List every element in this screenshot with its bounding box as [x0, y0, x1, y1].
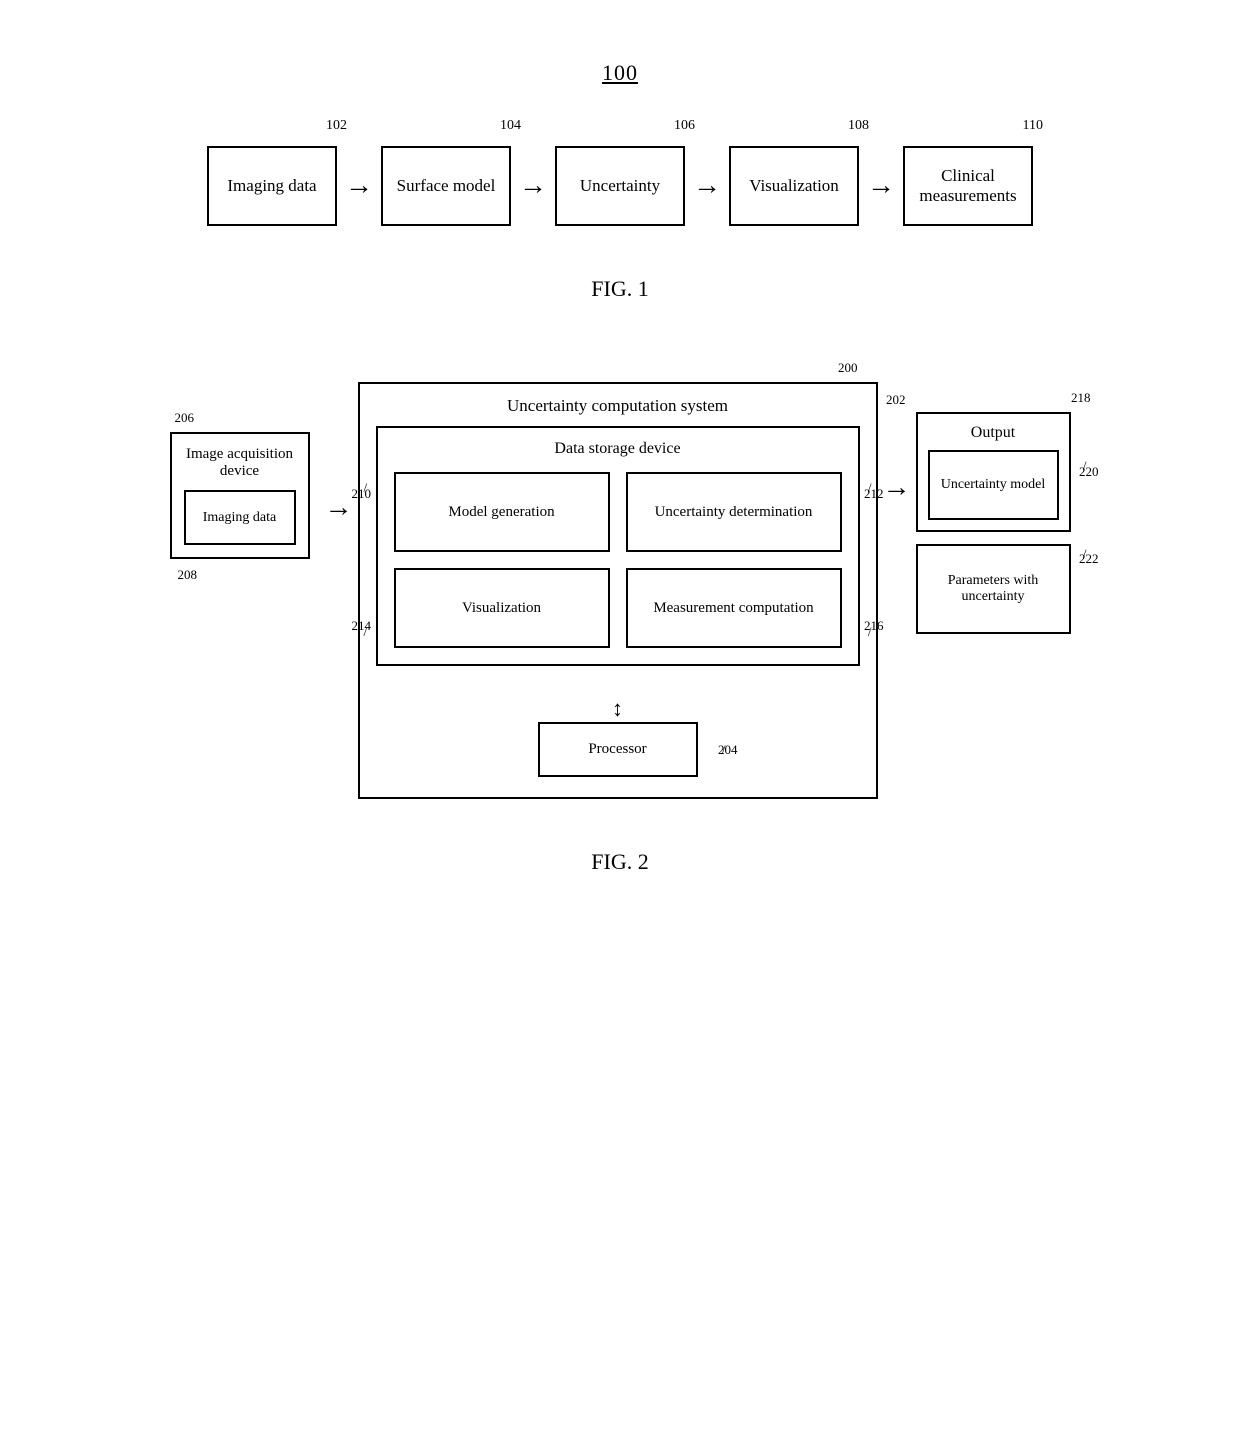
fig1-caption: FIG. 1	[591, 276, 648, 302]
flow-box-wrapper-110: 110 Clinical measurements	[903, 146, 1033, 226]
box-uncertainty-determination: Uncertainty determination	[626, 472, 842, 552]
processor-row: ↕ Processor 204 /	[376, 696, 860, 777]
flow-box-wrapper-106: 106 Uncertainty	[555, 146, 685, 226]
arrow-1: →	[345, 146, 373, 226]
flow-box-uncertainty: Uncertainty	[555, 146, 685, 226]
fig1-title: 100	[602, 60, 638, 86]
output-title: Output	[928, 424, 1059, 442]
flow-box-clinical: Clinical measurements	[903, 146, 1033, 226]
fig2-caption: FIG. 2	[591, 849, 648, 875]
box-visualization-2: Visualization	[394, 568, 610, 648]
flow-box-wrapper-104: 104 Surface model	[381, 146, 511, 226]
slash-212: /	[868, 480, 872, 496]
page: 100 102 Imaging data → 104 Surface model…	[0, 0, 1240, 1447]
main-system-box: Uncertainty computation system Data stor…	[358, 382, 878, 799]
arrow-4: →	[867, 146, 895, 226]
inner-grid: 210 212 214 216 / / / / Model generatio	[394, 472, 842, 648]
arrow-to-system: →	[325, 492, 353, 524]
output-uncertainty-model-box: Uncertainty model	[928, 450, 1059, 520]
fig1-flow: 102 Imaging data → 104 Surface model → 1…	[207, 146, 1033, 226]
slash-222: /	[1083, 546, 1087, 562]
ref-206: 206	[175, 410, 195, 426]
ref-106: 106	[674, 118, 695, 134]
flow-box-imaging-data: Imaging data	[207, 146, 337, 226]
slash-216: /	[868, 624, 872, 640]
box-measurement-computation: Measurement computation	[626, 568, 842, 648]
slash-210: /	[364, 480, 368, 496]
ref-200: 200	[838, 360, 858, 376]
arrow-to-output: →	[883, 472, 911, 504]
fig2-diagram: 206 Image acquisition device Imaging dat…	[60, 382, 1180, 799]
fig1-container: 100 102 Imaging data → 104 Surface model…	[60, 60, 1180, 302]
slash-204: /	[722, 742, 726, 758]
ref-110: 110	[1023, 118, 1043, 134]
img-acq-title: Image acquisition device	[184, 446, 296, 480]
flow-box-surface-model: Surface model	[381, 146, 511, 226]
flow-box-wrapper-108: 108 Visualization	[729, 146, 859, 226]
slash-214: /	[364, 624, 368, 640]
output-section: 218 Output Uncertainty model 220 / Param…	[916, 412, 1071, 634]
ref-210: 210	[352, 486, 372, 502]
fig2-container: 206 Image acquisition device Imaging dat…	[60, 382, 1180, 875]
img-acq-inner: Imaging data	[184, 490, 296, 545]
ref-218: 218	[1071, 390, 1091, 406]
img-acq-outer: Image acquisition device Imaging data	[170, 432, 310, 559]
main-system-wrapper: 200 202 Uncertainty computation system D…	[358, 382, 878, 799]
main-system-title: Uncertainty computation system	[376, 396, 860, 416]
ref-104: 104	[500, 118, 521, 134]
data-storage-title: Data storage device	[394, 440, 842, 458]
ref-208: 208	[178, 567, 198, 583]
ref-202: 202	[886, 392, 906, 408]
flow-box-wrapper-102: 102 Imaging data	[207, 146, 337, 226]
ref-214: 214	[352, 618, 372, 634]
flow-box-visualization: Visualization	[729, 146, 859, 226]
box-model-generation: Model generation	[394, 472, 610, 552]
arrow-3: →	[693, 146, 721, 226]
processor-box: Processor 204 /	[538, 722, 698, 777]
img-acq-block: 206 Image acquisition device Imaging dat…	[170, 432, 310, 559]
data-storage-box: Data storage device 210 212 214 216 / / …	[376, 426, 860, 666]
slash-220: /	[1083, 458, 1087, 474]
ref-102: 102	[326, 118, 347, 134]
output-params-box: Parameters with uncertainty 222 /	[916, 544, 1071, 634]
arrow-2: →	[519, 146, 547, 226]
ref-108: 108	[848, 118, 869, 134]
output-outer: Output Uncertainty model 220 /	[916, 412, 1071, 532]
double-arrow: ↕	[612, 696, 623, 722]
